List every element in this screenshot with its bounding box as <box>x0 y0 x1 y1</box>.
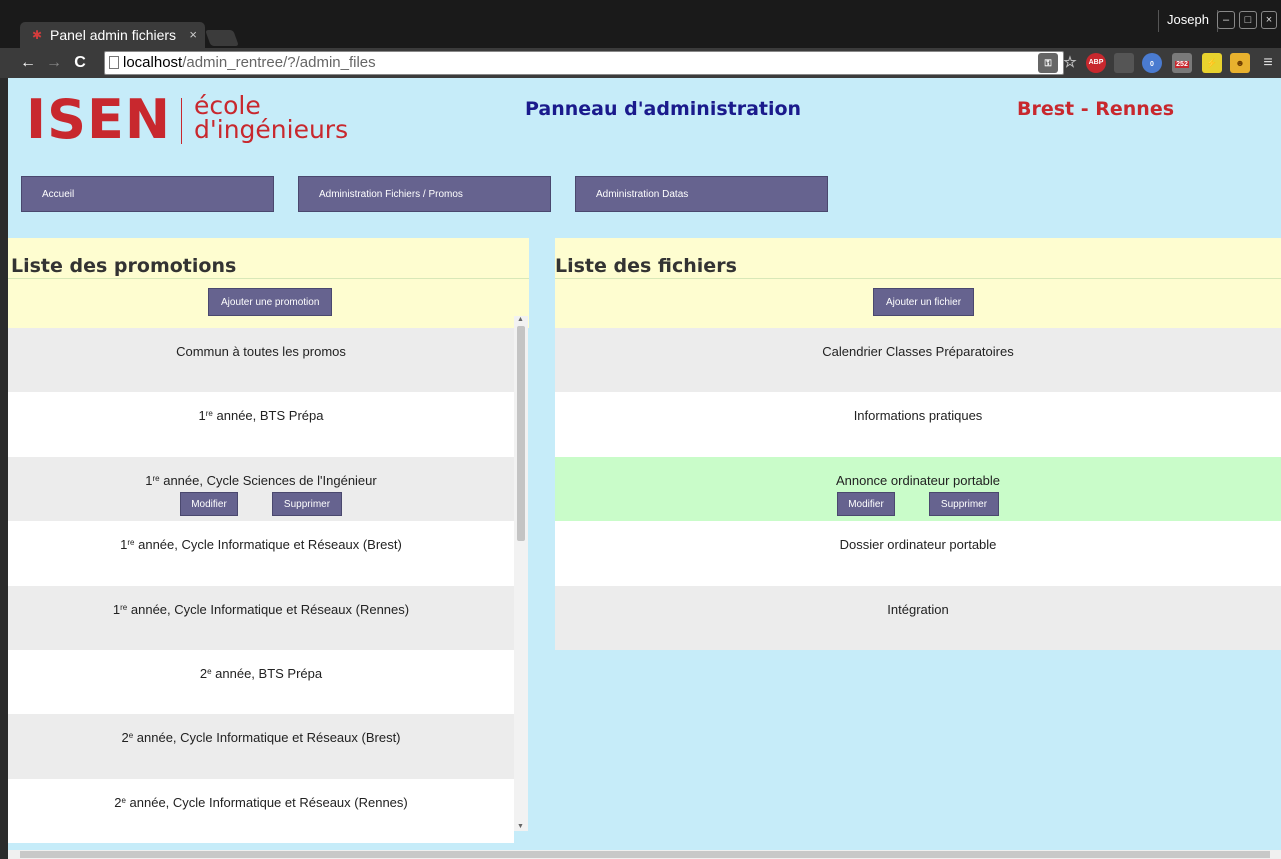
promotion-label: année, Cycle Informatique et Réseaux (Re… <box>127 601 410 617</box>
file-actions: Modifier Supprimer <box>555 491 1281 516</box>
promotion-row[interactable]: 1re année, Cycle Informatique et Réseaux… <box>8 585 514 650</box>
scroll-thumb[interactable] <box>517 326 525 541</box>
file-row[interactable]: Calendrier Classes Préparatoires <box>555 328 1281 393</box>
promotion-label: année, BTS Prépa <box>211 665 323 681</box>
files-panel: Liste des fichiers Ajouter un fichier Ca… <box>555 238 1281 650</box>
files-divider <box>555 278 1281 279</box>
promotion-label: année, Cycle Informatique et Réseaux (Br… <box>134 537 402 553</box>
horizontal-scrollbar[interactable] <box>8 850 1281 859</box>
key-icon[interactable]: ⚿ <box>1038 53 1058 73</box>
promotions-title: Liste des promotions <box>11 255 237 277</box>
page-title: Panneau d'administration <box>525 98 802 120</box>
ghostery-icon[interactable]: 0 <box>1142 53 1162 73</box>
profile-user[interactable]: Joseph <box>1158 10 1218 32</box>
reload-icon[interactable]: C <box>70 52 90 74</box>
add-promotion-button[interactable]: Ajouter une promotion <box>208 288 333 316</box>
promotion-actions: Modifier Supprimer <box>8 491 514 516</box>
logo-separator <box>181 98 182 144</box>
promotions-header: Liste des promotions Ajouter une promoti… <box>8 238 529 328</box>
promotion-row[interactable]: 2e année, Cycle Informatique et Réseaux … <box>8 714 514 779</box>
file-row-selected[interactable]: Annonce ordinateur portable Modifier Supp… <box>555 456 1281 522</box>
close-window-icon[interactable]: × <box>1261 11 1277 29</box>
file-row[interactable]: Informations pratiques <box>555 392 1281 457</box>
promotion-row[interactable]: 2e année, Cycle Informatique et Réseaux … <box>8 778 514 843</box>
promotion-row[interactable]: 1re année, BTS Prépa <box>8 392 514 457</box>
nav-admin-datas-button[interactable]: Administration Datas <box>575 176 828 212</box>
modify-promotion-button[interactable]: Modifier <box>180 491 238 516</box>
forward-icon[interactable]: → <box>44 52 64 74</box>
logo-subtitle-line2: d'ingénieurs <box>194 115 349 144</box>
promotion-row[interactable]: Commun à toutes les promos <box>8 328 514 393</box>
logo-isen-text: ISEN <box>26 88 172 151</box>
promotion-row[interactable]: 1re année, Cycle Informatique et Réseaux… <box>8 521 514 586</box>
promotion-year-sup: re <box>127 538 135 548</box>
new-tab-button[interactable] <box>205 30 239 46</box>
extension-icon[interactable] <box>1114 53 1134 73</box>
delete-promotion-button[interactable]: Supprimer <box>272 491 342 516</box>
campus-label: Brest - Rennes <box>1017 98 1175 120</box>
promotion-year: 2 <box>199 665 208 681</box>
page: ISEN école d'ingénieurs Panneau d'admini… <box>8 78 1281 850</box>
promotion-year: 2 <box>121 730 129 746</box>
tab-close-icon[interactable]: × <box>189 27 197 42</box>
file-row[interactable]: Intégration <box>555 585 1281 650</box>
star-icon[interactable]: ☆ <box>1060 53 1080 73</box>
promotion-label: Commun à toutes les promos <box>176 344 346 359</box>
browser-toolbar: ← → C localhost/admin_rentree/?/admin_fi… <box>0 48 1281 78</box>
adblock-icon[interactable]: ABP <box>1086 53 1106 73</box>
promotions-panel: Liste des promotions Ajouter une promoti… <box>8 238 529 843</box>
favicon-icon: ✱ <box>32 28 43 42</box>
minimize-icon[interactable]: – <box>1217 11 1235 29</box>
files-title: Liste des fichiers <box>555 255 737 277</box>
menu-icon[interactable]: ≡ <box>1258 53 1278 73</box>
files-header: Liste des fichiers Ajouter un fichier <box>555 238 1281 328</box>
promotion-label: année, Cycle Informatique et Réseaux (Br… <box>133 730 401 746</box>
nav-admin-files-button[interactable]: Administration Fichiers / Promos <box>298 176 551 212</box>
rss-icon[interactable]: 252 <box>1172 53 1192 73</box>
file-label: Annonce ordinateur portable <box>835 472 1001 488</box>
promotion-year-sup: re <box>205 409 213 419</box>
address-bar[interactable]: localhost/admin_rentree/?/admin_files <box>104 51 1064 75</box>
promotion-label: année, BTS Prépa <box>212 408 324 424</box>
file-label: Intégration <box>887 601 949 617</box>
promotion-row[interactable]: 2e année, BTS Prépa <box>8 649 514 715</box>
promotions-list: Commun à toutes les promos 1re année, BT… <box>8 328 514 843</box>
scroll-down-icon[interactable]: ▼ <box>517 823 524 830</box>
page-icon <box>109 56 119 69</box>
file-label: Dossier ordinateur portable <box>839 537 997 553</box>
rss-badge: 252 <box>1175 61 1189 68</box>
ghostery-badge: 0 <box>1150 61 1154 68</box>
promotion-year-sup: re <box>152 473 160 483</box>
scroll-up-icon[interactable]: ▲ <box>517 316 524 323</box>
promotion-label: année, Cycle Sciences de l'Ingénieur <box>159 472 377 488</box>
maximize-icon[interactable]: □ <box>1239 11 1257 29</box>
promotion-row-hovered[interactable]: 1re année, Cycle Sciences de l'Ingénieur… <box>8 456 514 522</box>
nav-accueil-button[interactable]: Accueil <box>21 176 274 212</box>
file-row[interactable]: Dossier ordinateur portable <box>555 521 1281 586</box>
browser-tab[interactable]: ✱ Panel admin fichiers × <box>20 22 205 48</box>
tab-title: Panel admin fichiers <box>50 27 177 43</box>
delete-file-button[interactable]: Supprimer <box>929 491 999 516</box>
url-path: /admin_rentree/?/admin_files <box>182 54 376 71</box>
back-icon[interactable]: ← <box>18 52 38 74</box>
add-file-button[interactable]: Ajouter un fichier <box>873 288 975 316</box>
face-icon[interactable]: ☻ <box>1230 53 1250 73</box>
lightning-icon[interactable]: ⚡ <box>1202 53 1222 73</box>
horizontal-scroll-thumb[interactable] <box>20 851 1270 858</box>
promotions-divider <box>8 278 529 279</box>
promotion-year: 1 <box>198 408 206 424</box>
modify-file-button[interactable]: Modifier <box>837 491 895 516</box>
promotion-label: année, Cycle Informatique et Réseaux (Re… <box>125 794 408 810</box>
url-host: localhost <box>123 54 183 71</box>
browser-titlebar: ✱ Panel admin fichiers × Joseph – □ × <box>0 0 1281 48</box>
logo-subtitle: école d'ingénieurs <box>194 93 349 144</box>
file-label: Calendrier Classes Préparatoires <box>822 344 1014 359</box>
promotions-scrollbar[interactable]: ▲ ▼ <box>514 316 528 831</box>
files-list: Calendrier Classes Préparatoires Informa… <box>555 328 1281 650</box>
file-label: Informations pratiques <box>853 408 983 424</box>
